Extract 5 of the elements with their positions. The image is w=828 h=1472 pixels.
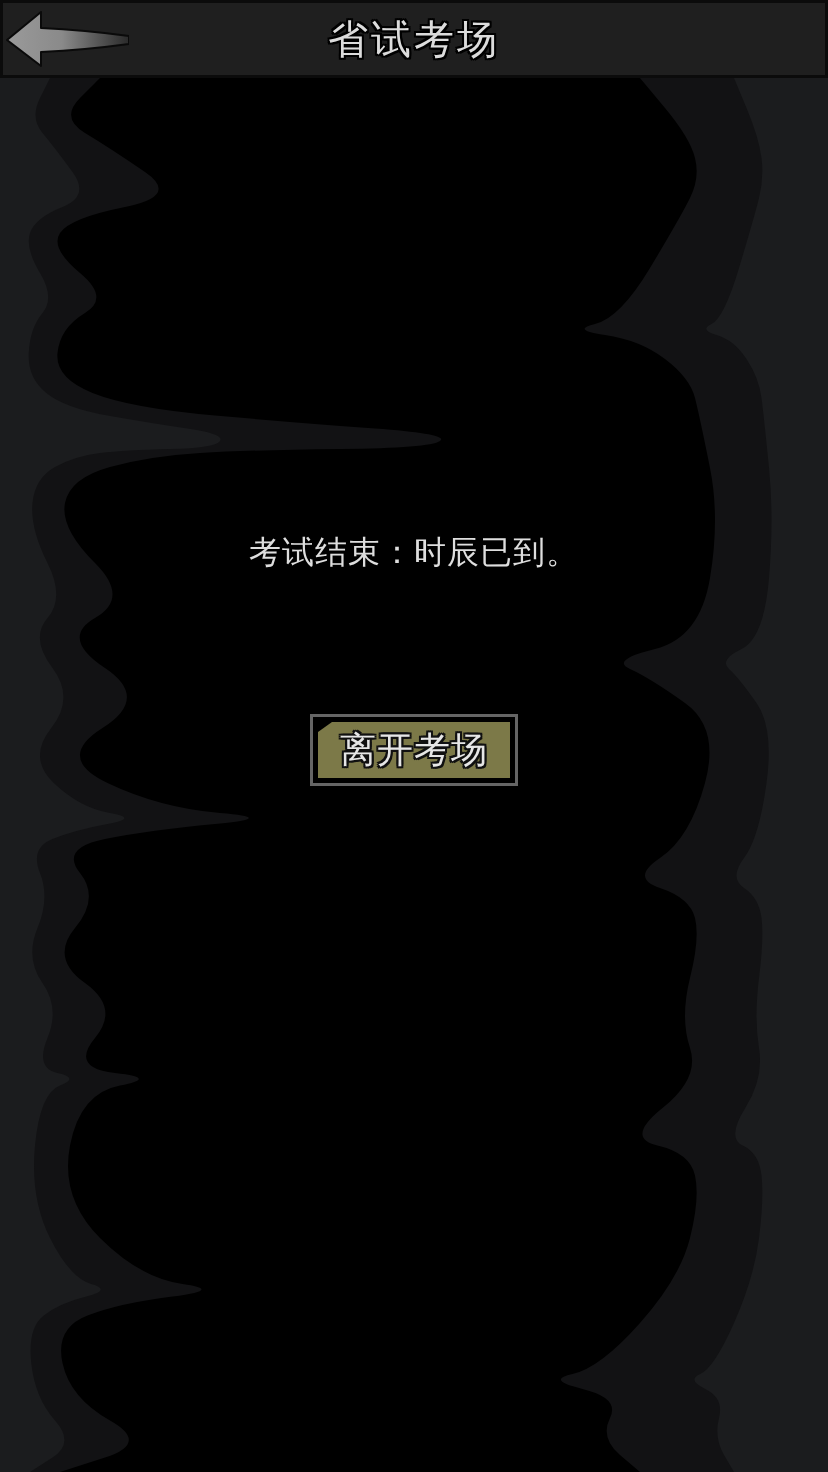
back-button[interactable] (5, 10, 129, 68)
leave-button[interactable]: 离开考场 (310, 714, 518, 786)
result-message: 考试结束：时辰已到。 (249, 532, 579, 573)
back-arrow-icon (5, 10, 129, 68)
screen-title: 省试考场 (328, 15, 500, 64)
